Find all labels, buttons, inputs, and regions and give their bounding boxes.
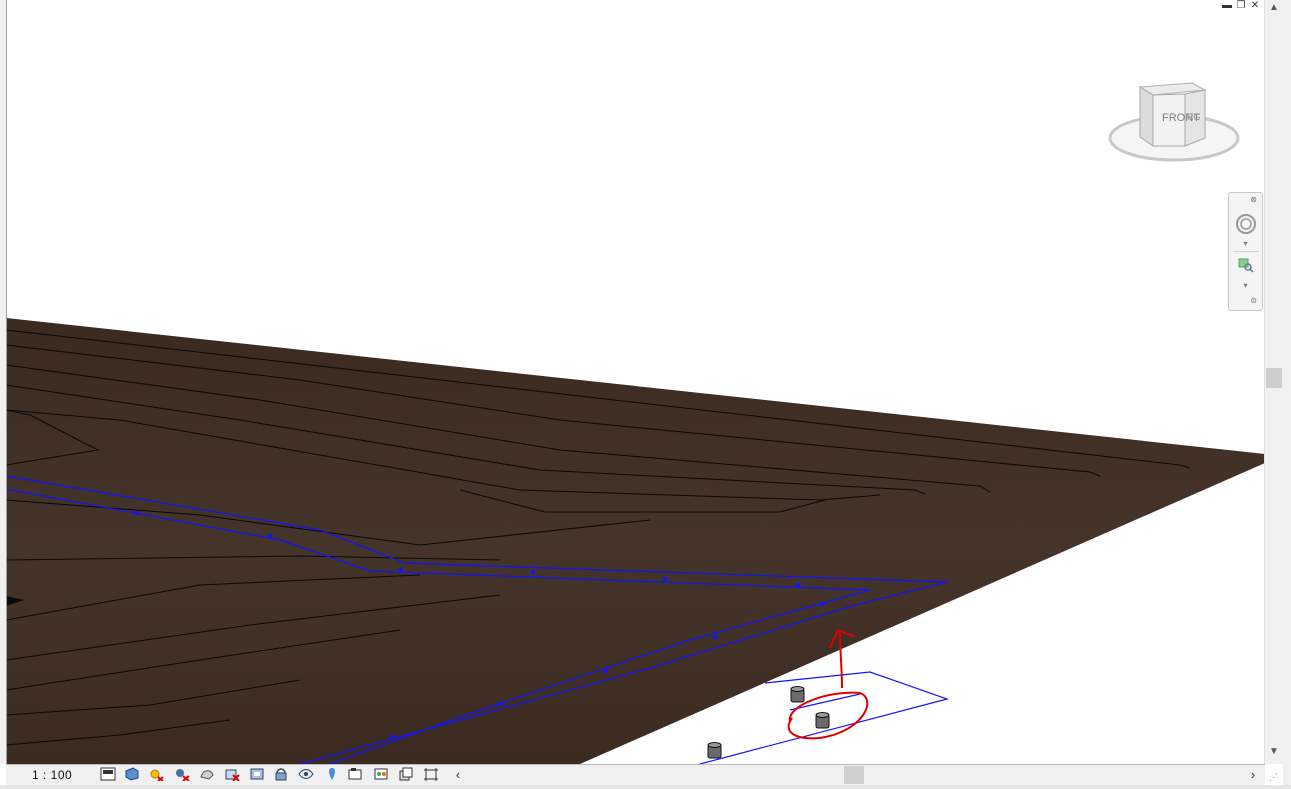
- left-border: [0, 0, 7, 764]
- sun-path-icon[interactable]: [148, 767, 164, 781]
- scroll-down-icon[interactable]: ▼: [1265, 744, 1283, 760]
- horizontal-scroll-thumb[interactable]: [844, 766, 864, 784]
- navbar-divider: [1233, 251, 1258, 252]
- view-control-bar: 1 : 100 ‹ ›: [6, 764, 1265, 785]
- window-controls: ▬ ❐ ✕: [1221, 0, 1261, 14]
- scroll-up-icon[interactable]: ▲: [1265, 0, 1283, 16]
- reveal-hidden-icon[interactable]: [324, 767, 340, 781]
- scroll-right-icon[interactable]: ›: [1246, 766, 1260, 784]
- restore-icon[interactable]: ❐: [1235, 0, 1247, 13]
- bottom-border: [0, 785, 1291, 789]
- minimize-icon[interactable]: ▬: [1221, 0, 1233, 13]
- analytical-model-icon[interactable]: [373, 767, 389, 781]
- cylinder-component[interactable]: [707, 742, 722, 759]
- cylinder-component[interactable]: [790, 686, 805, 703]
- highlight-displacement-icon[interactable]: [398, 767, 414, 781]
- view-scale[interactable]: 1 : 100: [32, 768, 72, 782]
- viewcube[interactable]: FRONT RG: [1105, 80, 1245, 170]
- zoom-icon[interactable]: [1229, 257, 1262, 275]
- steering-wheel-dropdown-icon[interactable]: ▾: [1229, 239, 1262, 248]
- terrain-scene[interactable]: [0, 0, 1265, 764]
- unlock-3d-icon[interactable]: [273, 767, 289, 781]
- cylinder-component[interactable]: [815, 712, 830, 729]
- scroll-left-icon[interactable]: ‹: [451, 766, 465, 784]
- shadows-icon[interactable]: [174, 767, 190, 781]
- visual-style-icon[interactable]: [124, 767, 140, 781]
- 3d-view-canvas[interactable]: [0, 0, 1265, 764]
- right-border: [1283, 0, 1291, 789]
- resize-grip-icon[interactable]: ⋰: [1269, 772, 1281, 784]
- zoom-dropdown-icon[interactable]: ▾: [1229, 281, 1262, 290]
- steering-wheel-icon[interactable]: [1229, 213, 1262, 237]
- constraints-icon[interactable]: [423, 767, 439, 781]
- temporary-view-properties-icon[interactable]: [348, 767, 364, 781]
- close-icon[interactable]: ✕: [1249, 0, 1261, 13]
- render-icon[interactable]: [199, 767, 215, 781]
- show-crop-icon[interactable]: [249, 767, 265, 781]
- viewcube-right-label: RG: [1187, 112, 1201, 122]
- crop-view-icon[interactable]: [224, 767, 240, 781]
- vertical-scrollbar[interactable]: ▲ ▼: [1264, 0, 1283, 764]
- detail-level-icon[interactable]: [100, 767, 116, 781]
- vertical-scroll-thumb[interactable]: [1266, 368, 1282, 388]
- navigation-bar[interactable]: ⊗ ▾ ▾ ⊜: [1228, 192, 1263, 311]
- navbar-close-icon[interactable]: ⊗: [1229, 195, 1262, 204]
- navbar-options-icon[interactable]: ⊜: [1229, 296, 1262, 305]
- temporary-hide-icon[interactable]: [298, 767, 314, 781]
